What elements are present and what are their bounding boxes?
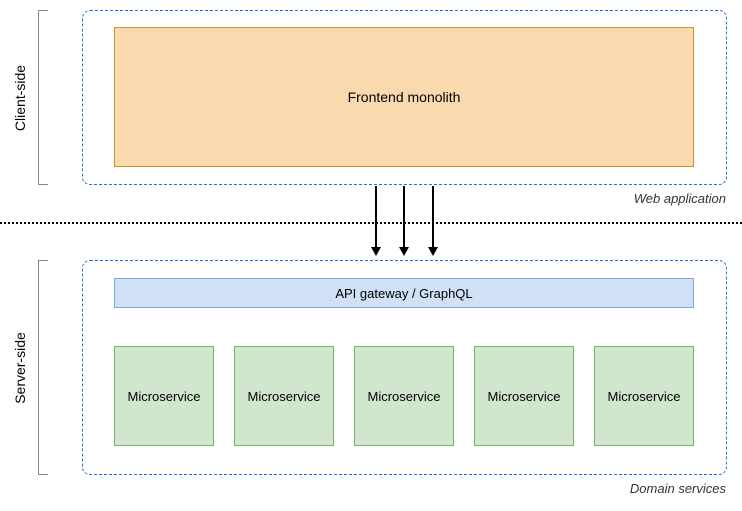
client-side-label: Client-side (12, 65, 28, 131)
api-gateway-box: API gateway / GraphQL (114, 278, 694, 308)
arrow-2-line (403, 186, 405, 248)
web-application-caption: Web application (634, 191, 726, 206)
microservice-box-5: Microservice (594, 346, 694, 446)
microservice-label-1: Microservice (128, 389, 201, 404)
microservice-box-4: Microservice (474, 346, 574, 446)
arrow-1-line (375, 186, 377, 248)
client-side-bracket (38, 10, 48, 185)
domain-services-caption: Domain services (630, 481, 726, 496)
microservice-label-5: Microservice (608, 389, 681, 404)
microservice-box-2: Microservice (234, 346, 334, 446)
arrow-3-line (432, 186, 434, 248)
server-side-label: Server-side (12, 332, 28, 404)
frontend-monolith-box: Frontend monolith (114, 27, 694, 167)
microservice-box-3: Microservice (354, 346, 454, 446)
microservice-label-2: Microservice (248, 389, 321, 404)
microservice-box-1: Microservice (114, 346, 214, 446)
arrow-1-head (371, 247, 381, 256)
api-gateway-label: API gateway / GraphQL (335, 286, 472, 301)
arrow-3-head (428, 247, 438, 256)
microservice-label-3: Microservice (368, 389, 441, 404)
frontend-monolith-label: Frontend monolith (348, 89, 461, 105)
arrow-2-head (399, 247, 409, 256)
server-side-bracket (38, 260, 48, 475)
horizontal-divider (0, 222, 742, 224)
microservice-label-4: Microservice (488, 389, 561, 404)
